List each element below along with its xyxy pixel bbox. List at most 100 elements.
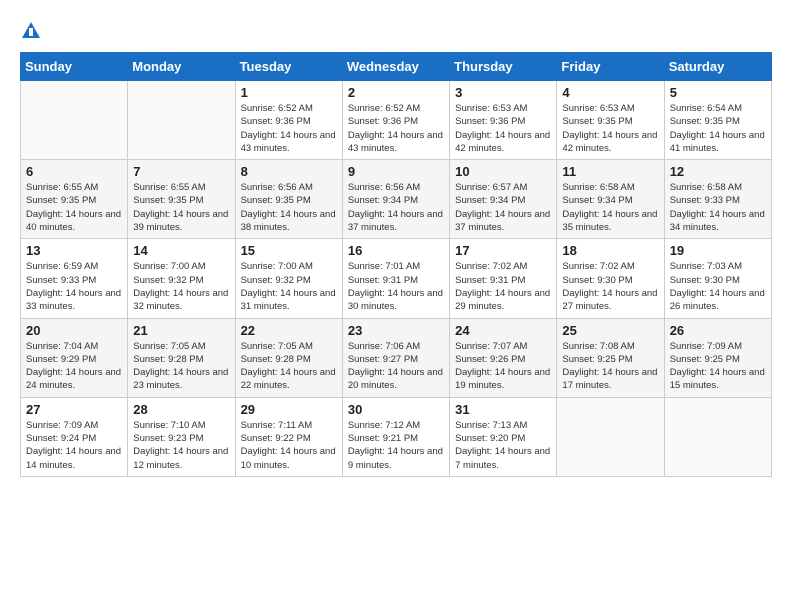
- weekday-header-friday: Friday: [557, 53, 664, 81]
- calendar-cell: [664, 397, 771, 476]
- day-info: Sunrise: 6:55 AM Sunset: 9:35 PM Dayligh…: [133, 181, 229, 234]
- day-info: Sunrise: 7:10 AM Sunset: 9:23 PM Dayligh…: [133, 419, 229, 472]
- day-number: 22: [241, 323, 337, 338]
- calendar-cell: 12 Sunrise: 6:58 AM Sunset: 9:33 PM Dayli…: [664, 160, 771, 239]
- weekday-header-row: SundayMondayTuesdayWednesdayThursdayFrid…: [21, 53, 772, 81]
- day-number: 29: [241, 402, 337, 417]
- weekday-header-thursday: Thursday: [450, 53, 557, 81]
- calendar-cell: 10Sunrise: 6:57 AM Sunset: 9:34 PM Dayli…: [450, 160, 557, 239]
- calendar-cell: 25 Sunrise: 7:08 AM Sunset: 9:25 PM Dayli…: [557, 318, 664, 397]
- day-info: Sunrise: 6:55 AM Sunset: 9:35 PM Dayligh…: [26, 181, 122, 234]
- day-number: 19: [670, 243, 766, 258]
- day-info: Sunrise: 7:07 AM Sunset: 9:26 PM Dayligh…: [455, 340, 551, 393]
- calendar-cell: 23 Sunrise: 7:06 AM Sunset: 9:27 PM Dayli…: [342, 318, 449, 397]
- day-number: 18: [562, 243, 658, 258]
- header: [20, 20, 772, 42]
- day-info: Sunrise: 7:05 AM Sunset: 9:28 PM Dayligh…: [241, 340, 337, 393]
- calendar-cell: 8Sunrise: 6:56 AM Sunset: 9:35 PM Daylig…: [235, 160, 342, 239]
- calendar-cell: 31 Sunrise: 7:13 AM Sunset: 9:20 PM Dayli…: [450, 397, 557, 476]
- calendar-cell: 16 Sunrise: 7:01 AM Sunset: 9:31 PM Dayli…: [342, 239, 449, 318]
- day-number: 16: [348, 243, 444, 258]
- day-number: 15: [241, 243, 337, 258]
- calendar-cell: 20 Sunrise: 7:04 AM Sunset: 9:29 PM Dayli…: [21, 318, 128, 397]
- day-info: Sunrise: 7:09 AM Sunset: 9:25 PM Dayligh…: [670, 340, 766, 393]
- day-info: Sunrise: 6:52 AM Sunset: 9:36 PM Dayligh…: [241, 102, 337, 155]
- day-number: 17: [455, 243, 551, 258]
- calendar-cell: 29 Sunrise: 7:11 AM Sunset: 9:22 PM Dayli…: [235, 397, 342, 476]
- calendar-cell: 9 Sunrise: 6:56 AM Sunset: 9:34 PM Daylig…: [342, 160, 449, 239]
- day-info: Sunrise: 7:02 AM Sunset: 9:30 PM Dayligh…: [562, 260, 658, 313]
- day-number: 30: [348, 402, 444, 417]
- day-number: 24: [455, 323, 551, 338]
- day-info: Sunrise: 6:53 AM Sunset: 9:35 PM Dayligh…: [562, 102, 658, 155]
- calendar-cell: 17Sunrise: 7:02 AM Sunset: 9:31 PM Dayli…: [450, 239, 557, 318]
- calendar-cell: 1 Sunrise: 6:52 AM Sunset: 9:36 PM Daylig…: [235, 81, 342, 160]
- calendar-cell: 4 Sunrise: 6:53 AM Sunset: 9:35 PM Daylig…: [557, 81, 664, 160]
- weekday-header-wednesday: Wednesday: [342, 53, 449, 81]
- calendar-cell: [557, 397, 664, 476]
- day-info: Sunrise: 6:52 AM Sunset: 9:36 PM Dayligh…: [348, 102, 444, 155]
- day-number: 31: [455, 402, 551, 417]
- day-number: 3: [455, 85, 551, 100]
- day-info: Sunrise: 7:00 AM Sunset: 9:32 PM Dayligh…: [133, 260, 229, 313]
- day-info: Sunrise: 7:01 AM Sunset: 9:31 PM Dayligh…: [348, 260, 444, 313]
- calendar-cell: 15 Sunrise: 7:00 AM Sunset: 9:32 PM Dayli…: [235, 239, 342, 318]
- day-info: Sunrise: 7:11 AM Sunset: 9:22 PM Dayligh…: [241, 419, 337, 472]
- calendar-week-row: 13 Sunrise: 6:59 AM Sunset: 9:33 PM Dayli…: [21, 239, 772, 318]
- logo: [20, 20, 46, 42]
- day-number: 4: [562, 85, 658, 100]
- day-number: 8: [241, 164, 337, 179]
- calendar-cell: 24 Sunrise: 7:07 AM Sunset: 9:26 PM Dayli…: [450, 318, 557, 397]
- calendar-cell: 28 Sunrise: 7:10 AM Sunset: 9:23 PM Dayli…: [128, 397, 235, 476]
- day-info: Sunrise: 6:54 AM Sunset: 9:35 PM Dayligh…: [670, 102, 766, 155]
- day-number: 5: [670, 85, 766, 100]
- day-number: 14: [133, 243, 229, 258]
- day-info: Sunrise: 7:13 AM Sunset: 9:20 PM Dayligh…: [455, 419, 551, 472]
- day-info: Sunrise: 7:12 AM Sunset: 9:21 PM Dayligh…: [348, 419, 444, 472]
- logo-icon: [20, 20, 42, 42]
- day-number: 2: [348, 85, 444, 100]
- calendar-cell: [128, 81, 235, 160]
- calendar-cell: 2 Sunrise: 6:52 AM Sunset: 9:36 PM Daylig…: [342, 81, 449, 160]
- day-info: Sunrise: 6:56 AM Sunset: 9:34 PM Dayligh…: [348, 181, 444, 234]
- weekday-header-tuesday: Tuesday: [235, 53, 342, 81]
- day-info: Sunrise: 6:58 AM Sunset: 9:33 PM Dayligh…: [670, 181, 766, 234]
- day-number: 25: [562, 323, 658, 338]
- calendar-cell: 11Sunrise: 6:58 AM Sunset: 9:34 PM Dayli…: [557, 160, 664, 239]
- day-number: 6: [26, 164, 122, 179]
- calendar-week-row: 20 Sunrise: 7:04 AM Sunset: 9:29 PM Dayli…: [21, 318, 772, 397]
- day-number: 21: [133, 323, 229, 338]
- day-number: 9: [348, 164, 444, 179]
- calendar-cell: 22 Sunrise: 7:05 AM Sunset: 9:28 PM Dayli…: [235, 318, 342, 397]
- day-number: 11: [562, 164, 658, 179]
- day-info: Sunrise: 7:09 AM Sunset: 9:24 PM Dayligh…: [26, 419, 122, 472]
- calendar-cell: 5 Sunrise: 6:54 AM Sunset: 9:35 PM Daylig…: [664, 81, 771, 160]
- calendar-cell: 18 Sunrise: 7:02 AM Sunset: 9:30 PM Dayli…: [557, 239, 664, 318]
- day-number: 12: [670, 164, 766, 179]
- day-info: Sunrise: 7:06 AM Sunset: 9:27 PM Dayligh…: [348, 340, 444, 393]
- day-info: Sunrise: 7:08 AM Sunset: 9:25 PM Dayligh…: [562, 340, 658, 393]
- calendar-cell: 30 Sunrise: 7:12 AM Sunset: 9:21 PM Dayli…: [342, 397, 449, 476]
- weekday-header-monday: Monday: [128, 53, 235, 81]
- day-info: Sunrise: 6:53 AM Sunset: 9:36 PM Dayligh…: [455, 102, 551, 155]
- day-number: 26: [670, 323, 766, 338]
- day-number: 23: [348, 323, 444, 338]
- calendar-table: SundayMondayTuesdayWednesdayThursdayFrid…: [20, 52, 772, 477]
- day-number: 28: [133, 402, 229, 417]
- calendar-cell: 6 Sunrise: 6:55 AM Sunset: 9:35 PM Daylig…: [21, 160, 128, 239]
- day-info: Sunrise: 7:04 AM Sunset: 9:29 PM Dayligh…: [26, 340, 122, 393]
- calendar-cell: 27Sunrise: 7:09 AM Sunset: 9:24 PM Dayli…: [21, 397, 128, 476]
- day-number: 1: [241, 85, 337, 100]
- day-number: 13: [26, 243, 122, 258]
- weekday-header-saturday: Saturday: [664, 53, 771, 81]
- calendar-cell: 7 Sunrise: 6:55 AM Sunset: 9:35 PM Daylig…: [128, 160, 235, 239]
- day-number: 7: [133, 164, 229, 179]
- day-info: Sunrise: 6:59 AM Sunset: 9:33 PM Dayligh…: [26, 260, 122, 313]
- calendar-cell: 14 Sunrise: 7:00 AM Sunset: 9:32 PM Dayli…: [128, 239, 235, 318]
- day-info: Sunrise: 7:03 AM Sunset: 9:30 PM Dayligh…: [670, 260, 766, 313]
- day-info: Sunrise: 7:00 AM Sunset: 9:32 PM Dayligh…: [241, 260, 337, 313]
- calendar-cell: 19 Sunrise: 7:03 AM Sunset: 9:30 PM Dayli…: [664, 239, 771, 318]
- calendar-week-row: 6 Sunrise: 6:55 AM Sunset: 9:35 PM Daylig…: [21, 160, 772, 239]
- day-number: 20: [26, 323, 122, 338]
- weekday-header-sunday: Sunday: [21, 53, 128, 81]
